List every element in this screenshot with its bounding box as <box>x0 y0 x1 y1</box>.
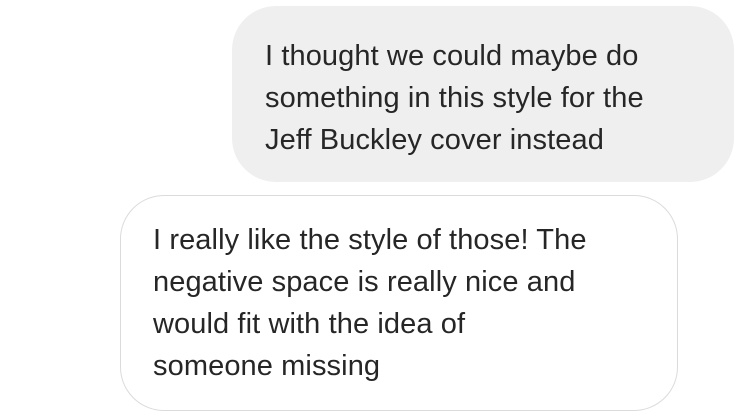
message-line: I really like the style of those! The <box>153 224 587 256</box>
message-line: Jeff Buckley cover instead <box>265 124 604 156</box>
sent-message-bubble[interactable]: I thought we could maybe do something in… <box>232 6 734 182</box>
message-line: something in this style for the <box>265 82 644 114</box>
message-line: would fit with the idea of <box>153 308 466 340</box>
message-thread: I thought we could maybe do something in… <box>0 0 750 414</box>
message-line: negative space is really nice and <box>153 266 576 298</box>
message-line: someone missing <box>153 350 381 382</box>
received-message-bubble[interactable]: I really like the style of those! The ne… <box>120 195 678 411</box>
message-line: I thought we could maybe do <box>265 40 639 72</box>
